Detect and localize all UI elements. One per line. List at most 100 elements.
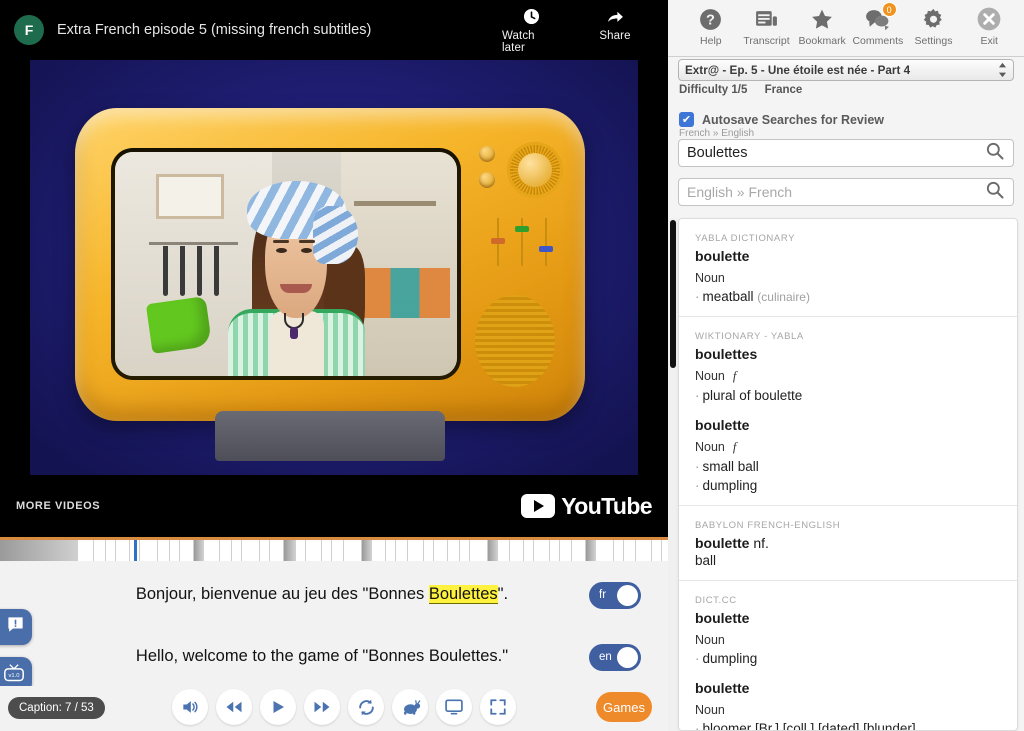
timeline-caption-segment[interactable] bbox=[624, 540, 636, 561]
timeline-caption-segment[interactable] bbox=[260, 540, 270, 561]
timeline-playhead[interactable] bbox=[134, 540, 137, 561]
country-label: France bbox=[765, 84, 803, 96]
timeline-caption-segment[interactable] bbox=[180, 540, 194, 561]
timeline-caption-segment[interactable] bbox=[510, 540, 524, 561]
toggle-french-subtitles[interactable]: fr bbox=[589, 582, 641, 609]
feedback-tab[interactable] bbox=[0, 609, 32, 645]
timeline-caption-segment[interactable] bbox=[524, 540, 534, 561]
timeline-caption-segment[interactable] bbox=[140, 540, 158, 561]
timeline-caption-segment[interactable] bbox=[158, 540, 170, 561]
timeline-caption-segment[interactable] bbox=[572, 540, 586, 561]
retro-tv-prop bbox=[75, 108, 585, 421]
wall-picture-frame bbox=[156, 174, 224, 219]
dictionary-headword[interactable]: boulette nf. bbox=[695, 535, 1001, 551]
loop-button[interactable] bbox=[348, 689, 384, 725]
subtitle-text-french[interactable]: Bonjour, bienvenue au jeu des "Bonnes Bo… bbox=[0, 584, 668, 605]
dictionary-headword[interactable]: boulette bbox=[695, 610, 1001, 626]
timeline-caption-segment[interactable] bbox=[408, 540, 424, 561]
timeline-caption-segment[interactable] bbox=[488, 540, 498, 561]
timeline-caption-segment[interactable] bbox=[386, 540, 396, 561]
timeline-caption-segment[interactable] bbox=[636, 540, 652, 561]
search-french-to-english[interactable]: Boulettes bbox=[678, 139, 1014, 167]
timeline-caption-segment[interactable] bbox=[204, 540, 220, 561]
screen-mode-button[interactable] bbox=[436, 689, 472, 725]
dictionary-headword[interactable]: boulette bbox=[695, 417, 1001, 433]
search-icon[interactable] bbox=[985, 141, 1005, 166]
more-videos-label[interactable]: MORE VIDEOS bbox=[16, 500, 100, 512]
timeline-caption-segment[interactable] bbox=[534, 540, 550, 561]
timeline-caption-segment[interactable] bbox=[106, 540, 116, 561]
timeline-caption-segment[interactable] bbox=[560, 540, 572, 561]
timeline-caption-segment[interactable] bbox=[270, 540, 284, 561]
timeline-caption-segment[interactable] bbox=[220, 540, 232, 561]
play-button[interactable] bbox=[260, 689, 296, 725]
video-title[interactable]: Extra French episode 5 (missing french s… bbox=[57, 22, 371, 38]
forward-button[interactable] bbox=[304, 689, 340, 725]
timeline-caption-segment[interactable] bbox=[94, 540, 106, 561]
timeline-caption-segment[interactable] bbox=[194, 540, 204, 561]
video-select-dropdown[interactable]: Extr@ - Ep. 5 - Une étoile est née - Par… bbox=[678, 59, 1014, 81]
timeline-caption-segment[interactable] bbox=[306, 540, 322, 561]
youtube-logo[interactable]: YouTube bbox=[521, 493, 652, 520]
share-button[interactable]: Share bbox=[586, 6, 644, 54]
kitchen-tiles bbox=[361, 268, 450, 317]
dictionary-headword[interactable]: boulette bbox=[695, 248, 1001, 264]
timeline-caption-segment[interactable] bbox=[470, 540, 488, 561]
subtitle-text-english[interactable]: Hello, welcome to the game of "Bonnes Bo… bbox=[0, 646, 668, 667]
dictionary-headword[interactable]: boulettes bbox=[695, 346, 1001, 362]
rewind-button[interactable] bbox=[216, 689, 252, 725]
timeline-caption-segment[interactable] bbox=[372, 540, 386, 561]
timeline-caption-segment[interactable] bbox=[322, 540, 332, 561]
timeline-caption-segment[interactable] bbox=[550, 540, 560, 561]
comments-button[interactable]: 0 Comments bbox=[851, 4, 905, 47]
transcript-button[interactable]: Transcript bbox=[740, 4, 794, 47]
autosave-setting[interactable]: ✔ Autosave Searches for Review bbox=[679, 112, 884, 127]
comments-label: Comments bbox=[852, 35, 903, 47]
timeline-caption-segment[interactable] bbox=[614, 540, 624, 561]
timeline-caption-segment[interactable] bbox=[170, 540, 180, 561]
search-english-to-french[interactable]: English » French bbox=[678, 178, 1014, 206]
autosave-checkbox[interactable]: ✔ bbox=[679, 112, 694, 127]
dictionary-results[interactable]: YABLA DICTIONARY boulette Noun ·meatball… bbox=[678, 218, 1018, 731]
timeline-caption-segment[interactable] bbox=[460, 540, 470, 561]
timeline-caption-segment[interactable] bbox=[498, 540, 510, 561]
subtitle-fr-highlight[interactable]: Boulettes bbox=[429, 585, 498, 604]
exit-button[interactable]: Exit bbox=[962, 4, 1016, 47]
timeline-caption-segment[interactable] bbox=[344, 540, 362, 561]
timeline-caption-segment[interactable] bbox=[78, 540, 94, 561]
search-icon[interactable] bbox=[985, 180, 1005, 205]
timeline-caption-segment[interactable] bbox=[296, 540, 306, 561]
timeline-caption-segment[interactable] bbox=[424, 540, 434, 561]
bookmark-button[interactable]: Bookmark bbox=[795, 4, 849, 47]
timeline-caption-segment[interactable] bbox=[362, 540, 372, 561]
woman-pendant bbox=[290, 327, 298, 339]
timeline-caption-segment[interactable] bbox=[284, 540, 296, 561]
dictionary-headword[interactable]: boulette bbox=[695, 680, 1001, 696]
dictionary-scrollbar-thumb[interactable] bbox=[670, 220, 676, 368]
timeline-caption-segment[interactable] bbox=[116, 540, 130, 561]
timeline-caption-segment[interactable] bbox=[434, 540, 448, 561]
caption-timeline[interactable] bbox=[0, 537, 668, 561]
fullscreen-button[interactable] bbox=[480, 689, 516, 725]
slow-speed-button[interactable] bbox=[392, 689, 428, 725]
timeline-caption-segment[interactable] bbox=[332, 540, 344, 561]
timeline-caption-segment[interactable] bbox=[396, 540, 408, 561]
timeline-caption-segment[interactable] bbox=[0, 540, 78, 561]
toggle-english-subtitles[interactable]: en bbox=[589, 644, 641, 671]
letterbox-left bbox=[0, 60, 30, 475]
timeline-caption-segment[interactable] bbox=[652, 540, 662, 561]
timeline-caption-segment[interactable] bbox=[586, 540, 596, 561]
search-french-value[interactable]: Boulettes bbox=[687, 145, 747, 161]
help-button[interactable]: ? Help bbox=[684, 4, 738, 47]
volume-button[interactable] bbox=[172, 689, 208, 725]
games-button[interactable]: Games bbox=[596, 692, 652, 722]
timeline-caption-segment[interactable] bbox=[232, 540, 242, 561]
video-stage[interactable]: F Extra French episode 5 (missing french… bbox=[0, 0, 668, 537]
settings-button[interactable]: Settings bbox=[907, 4, 961, 47]
dictionary-scrollbar[interactable] bbox=[668, 218, 678, 731]
watch-later-button[interactable]: Watch later bbox=[502, 6, 560, 54]
timeline-caption-segment[interactable] bbox=[596, 540, 614, 561]
timeline-caption-segment[interactable] bbox=[242, 540, 260, 561]
channel-avatar[interactable]: F bbox=[14, 15, 44, 45]
timeline-caption-segment[interactable] bbox=[448, 540, 460, 561]
